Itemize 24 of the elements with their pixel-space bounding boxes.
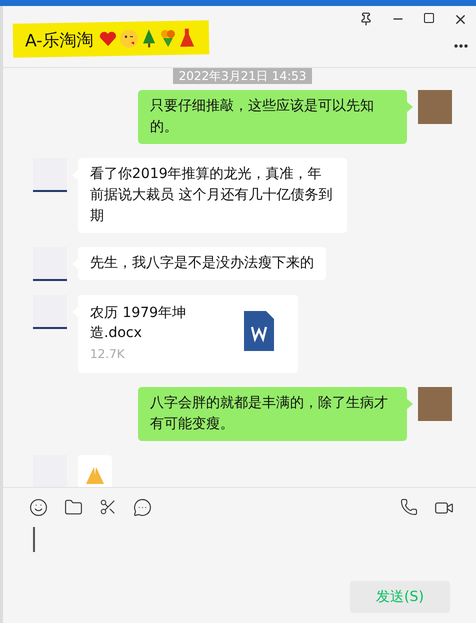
message-bubble: 看了你2019年推算的龙光，真准，年前据说大裁员 这个月还有几十亿债务到期 (78, 158, 347, 233)
logo-avatar[interactable] (33, 158, 67, 192)
timestamp: 2022年3月21日 14:53 (172, 68, 312, 84)
emoji-button[interactable] (29, 498, 48, 518)
heart-icon (99, 30, 118, 48)
logo-avatar[interactable] (33, 295, 67, 329)
text-cursor (33, 527, 35, 552)
message-bubble: 先生，我八字是不是没办法瘦下来的 (78, 247, 326, 280)
more-icon (454, 44, 468, 48)
tree-icon (141, 28, 158, 48)
message-bubble: 八字会胖的就都是丰满的，除了生病才有可能变瘦。 (138, 387, 407, 441)
file-card[interactable]: 农历 1979年坤造.docx 12.7K (78, 295, 298, 373)
kiss-face-icon (119, 28, 140, 49)
message-bubble: 只要仔细推敲，这些应该是可以先知的。 (138, 90, 407, 144)
word-document-icon (244, 311, 274, 351)
bouquet-icon (159, 28, 178, 48)
chat-history-button[interactable] (133, 498, 152, 518)
file-name: 农历 1979年坤造.docx (90, 304, 188, 343)
close-button[interactable] (453, 12, 468, 27)
phone-button[interactable] (400, 498, 418, 518)
pin-button[interactable] (359, 12, 373, 27)
file-size: 12.7K (90, 347, 126, 361)
logo-avatar[interactable] (33, 247, 67, 281)
window-title: A-乐淘淘 (24, 28, 94, 52)
